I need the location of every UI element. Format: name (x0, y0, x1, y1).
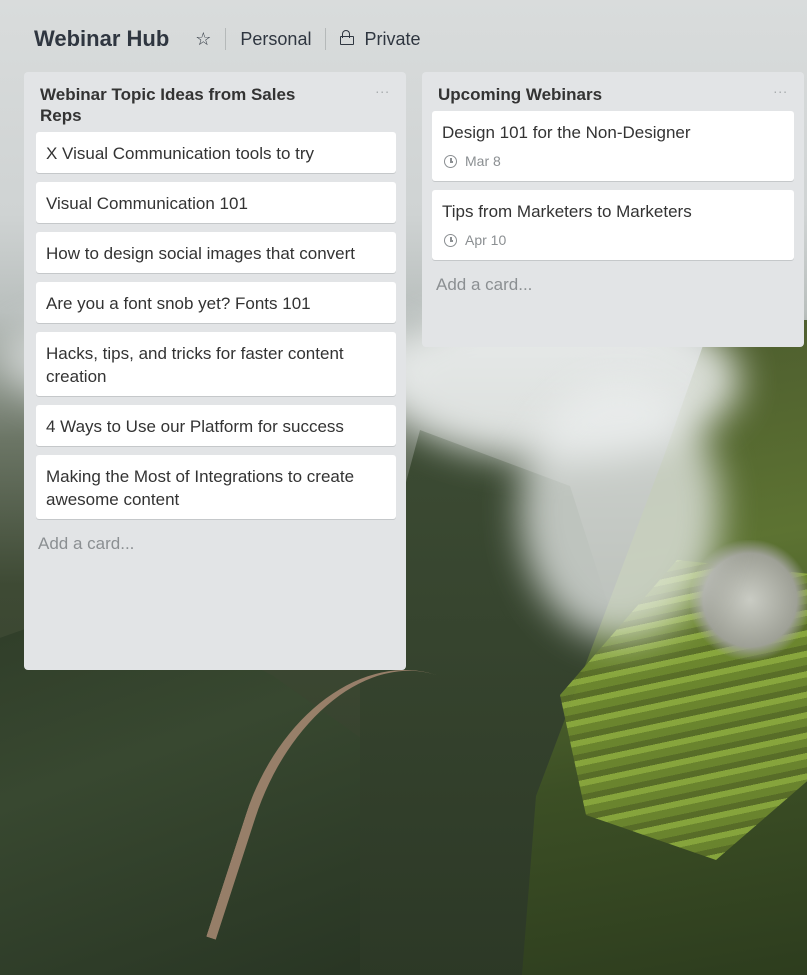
visibility-button[interactable]: Private (340, 29, 420, 50)
mist (520, 380, 720, 640)
board-title[interactable]: Webinar Hub (34, 26, 169, 52)
clock-icon (444, 234, 457, 247)
card[interactable]: Tips from Marketers to Marketers Apr 10 (432, 190, 794, 260)
due-date: Apr 10 (465, 232, 507, 248)
card-title: Design 101 for the Non-Designer (442, 123, 691, 142)
list-title[interactable]: Webinar Topic Ideas from Sales Reps (40, 84, 340, 126)
lock-icon (340, 30, 355, 45)
card[interactable]: Visual Communication 101 (36, 182, 396, 223)
list-title[interactable]: Upcoming Webinars (438, 84, 738, 105)
board-header: Webinar Hub ☆ Personal Private (24, 18, 807, 60)
list-header: Upcoming Webinars ... (432, 72, 794, 111)
due-date-badge: Mar 8 (442, 150, 784, 173)
add-card-button[interactable]: Add a card... (432, 269, 794, 305)
list-webinar-topic-ideas: Webinar Topic Ideas from Sales Reps ... … (24, 72, 406, 670)
card[interactable]: Making the Most of Integrations to creat… (36, 455, 396, 519)
visibility-label: Private (364, 28, 421, 49)
card[interactable]: Design 101 for the Non-Designer Mar 8 (432, 111, 794, 181)
due-date-badge: Apr 10 (442, 229, 784, 252)
divider (325, 28, 327, 50)
card[interactable]: X Visual Communication tools to try (36, 132, 396, 173)
team-button[interactable]: Personal (240, 29, 311, 50)
divider (225, 28, 227, 50)
card[interactable]: How to design social images that convert (36, 232, 396, 273)
list-menu-icon[interactable]: ... (375, 80, 390, 96)
card[interactable]: Are you a font snob yet? Fonts 101 (36, 282, 396, 323)
star-icon[interactable]: ☆ (195, 29, 211, 50)
card[interactable]: 4 Ways to Use our Platform for success (36, 405, 396, 446)
due-date: Mar 8 (465, 153, 501, 169)
list-header: Webinar Topic Ideas from Sales Reps ... (34, 72, 396, 132)
card[interactable]: Hacks, tips, and tricks for faster conte… (36, 332, 396, 396)
list-upcoming-webinars: Upcoming Webinars ... Design 101 for the… (422, 72, 804, 347)
clock-icon (444, 155, 457, 168)
card-title: Tips from Marketers to Marketers (442, 202, 692, 221)
add-card-button[interactable]: Add a card... (34, 528, 396, 564)
list-menu-icon[interactable]: ... (773, 80, 788, 96)
